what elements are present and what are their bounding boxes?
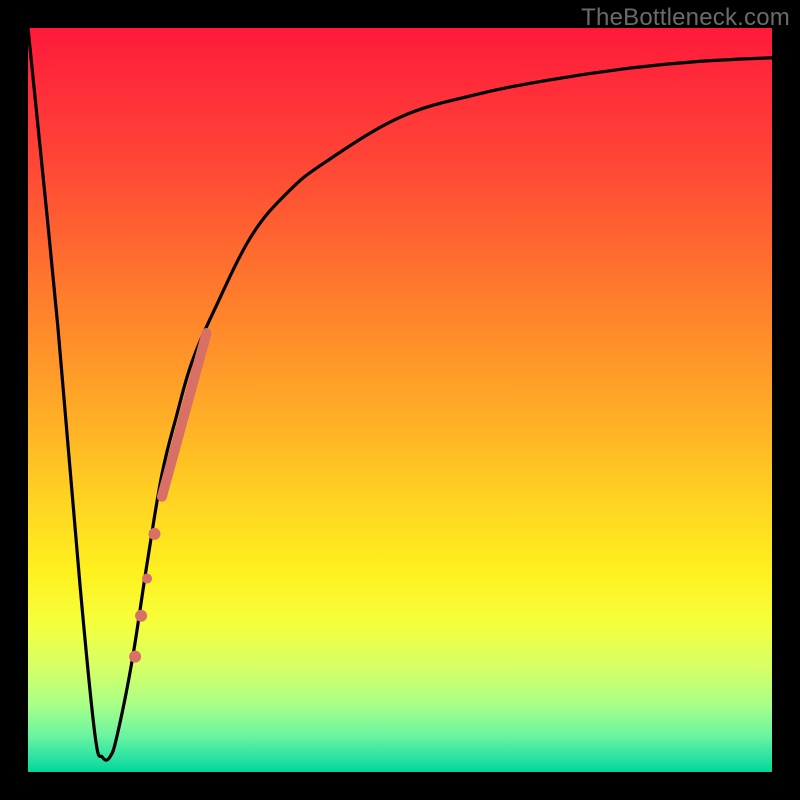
highlight-dot (148, 528, 160, 540)
highlight-dot (129, 651, 141, 663)
highlight-segment (162, 333, 207, 497)
plot-area (28, 28, 772, 772)
highlight-markers (129, 333, 206, 663)
highlight-dot (142, 574, 152, 584)
chart-svg (28, 28, 772, 772)
watermark-text: TheBottleneck.com (581, 4, 790, 32)
chart-frame: TheBottleneck.com (0, 0, 800, 800)
bottleneck-curve (28, 28, 772, 760)
highlight-dot (135, 610, 147, 622)
